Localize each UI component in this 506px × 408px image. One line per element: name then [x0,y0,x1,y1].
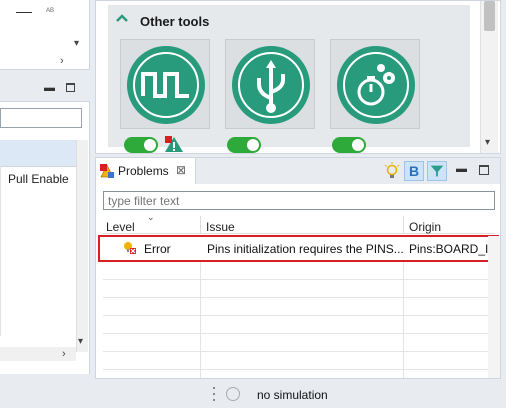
status-bar: no simulation [0,380,506,408]
pulse-wave-icon [141,72,189,98]
pins-table-panel: ▬ Pull Enable ▾ › [0,76,90,374]
grid-line [0,166,1,336]
other-tools-section: Other tools [108,5,470,153]
table-filter-input[interactable] [0,108,82,128]
empty-row [103,316,495,334]
filter-input-box[interactable] [103,191,495,210]
view-tab-bar: Problems ⊠ B ▬ [96,158,500,184]
toggle-knob [247,139,259,151]
scroll-right-arrow-icon[interactable]: › [62,348,66,360]
scroll-down-arrow-icon[interactable]: ▾ [78,336,83,347]
tab-problems[interactable]: Problems ⊠ [96,158,196,184]
timer-tool-card[interactable] [330,39,420,129]
usb-tool-card[interactable] [225,39,315,129]
sort-caret-icon: ⌄ [147,212,155,222]
toggle-knob [352,139,364,151]
column-header-origin[interactable]: Origin [409,220,441,234]
b-toggle-button[interactable]: B [404,161,424,181]
table-header-band [0,140,76,166]
table-body [0,166,76,341]
grid-line [200,262,201,378]
scroll-down-arrow-icon[interactable]: ▾ [485,137,490,148]
lightbulb-icon[interactable] [382,161,402,181]
minimize-icon[interactable]: ▬ [44,82,55,94]
column-header-level[interactable]: Level [106,220,135,234]
empty-row [103,298,495,316]
section-title: Other tools [140,14,210,29]
tools-panel: Other tools ▾ [95,0,501,154]
error-highlight-box [98,235,499,262]
empty-row [103,280,495,298]
tab-label: Problems [118,164,169,178]
close-icon[interactable]: ⊠ [176,163,186,177]
clock-gears-icon [357,64,395,106]
maximize-icon[interactable] [66,83,75,92]
usb-tool-toggle[interactable] [227,137,261,153]
pulse-tool-toggle[interactable] [124,137,158,153]
timer-tool-toggle[interactable] [332,137,366,153]
column-separator[interactable] [200,216,201,234]
problems-view: Problems ⊠ B ▬ Level ⌄ Issue Origin [95,157,501,379]
tool-icon-circle [337,46,415,124]
scroll-right-arrow-icon[interactable]: › [60,55,64,67]
minimize-icon[interactable]: ▬ [456,163,467,175]
filter-input[interactable] [104,192,494,209]
empty-row [103,334,495,352]
empty-row [103,352,495,370]
dash-mark [16,12,32,13]
usb-icon [257,60,285,113]
grid-line [403,262,404,378]
maximize-icon[interactable] [479,165,489,175]
warning-error-icon [165,136,183,152]
filter-icon[interactable] [427,161,447,181]
tool-icon-circle [232,46,310,124]
grip-handle-icon[interactable] [213,386,216,402]
vertical-scrollbar[interactable] [488,236,500,378]
properties-panel-top: AB ▾ › [0,0,90,70]
empty-row [103,262,495,280]
status-text: no simulation [257,388,328,402]
simulation-status-icon [226,387,240,401]
problems-icon [100,164,114,178]
column-header-issue[interactable]: Issue [206,220,235,234]
chevron-up-icon[interactable] [116,13,128,23]
vertical-scrollbar[interactable]: ▾ [480,1,498,153]
scroll-thumb[interactable] [484,1,495,31]
tool-icon-circle [127,46,205,124]
scroll-down-arrow-icon[interactable]: ▾ [74,38,79,49]
panel-header: ▬ [0,76,90,102]
vertical-scrollbar[interactable] [76,140,88,352]
table-header: Level ⌄ Issue Origin [103,212,495,234]
toggle-knob [144,139,156,151]
small-label: AB [46,8,55,14]
pulse-tool-card[interactable] [120,39,210,129]
column-header-pull-enable[interactable]: Pull Enable [8,172,69,186]
column-separator[interactable] [403,216,404,234]
